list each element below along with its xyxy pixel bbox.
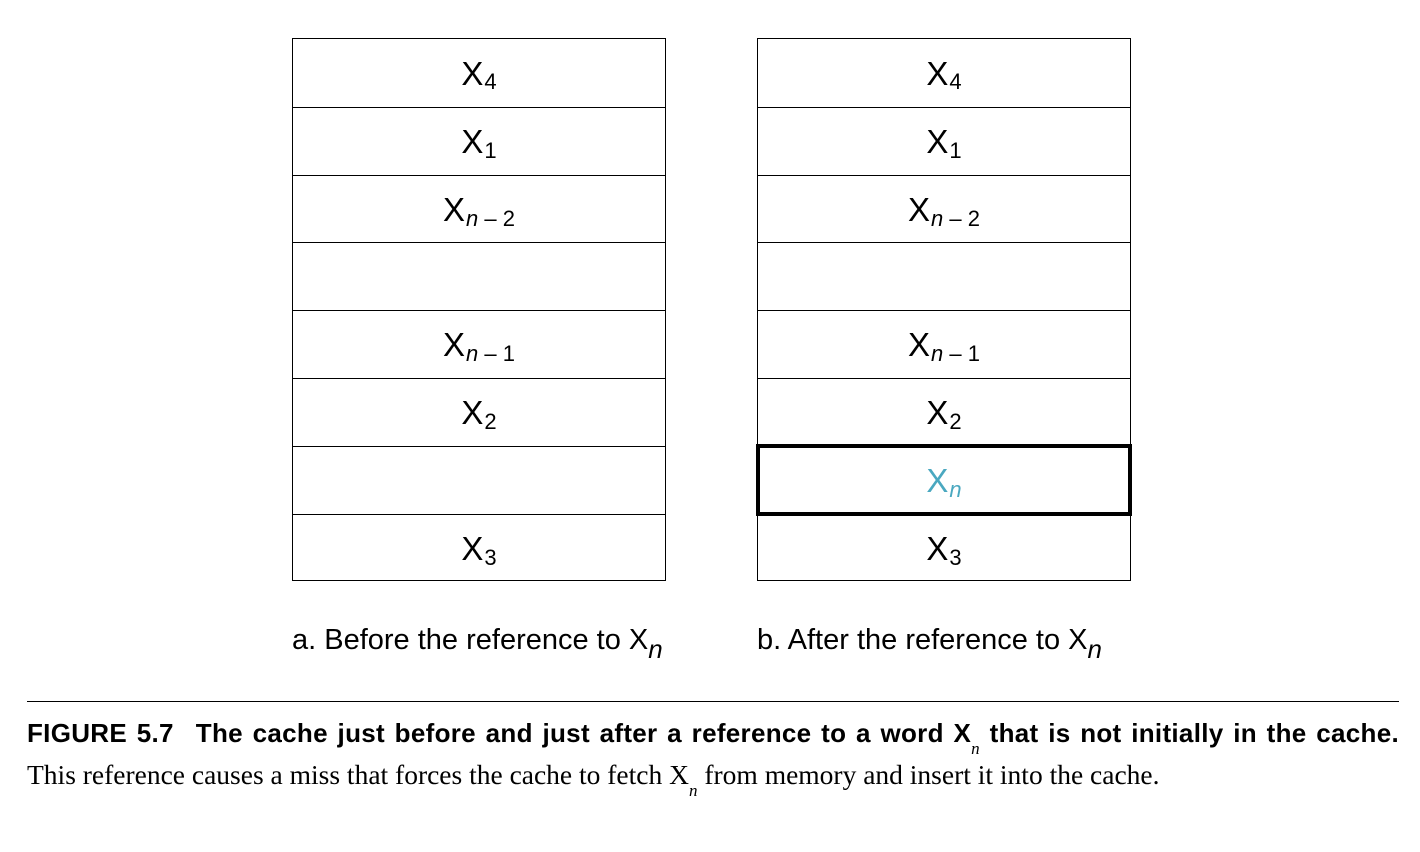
figure-label: FIGURE 5.7	[27, 718, 174, 748]
caption-after: b. After the reference to Xn	[757, 624, 1102, 664]
cache-a-cell-5: Xn – 1	[293, 310, 665, 378]
cache-b-cell-1: X4	[926, 54, 962, 94]
cache-b-cell-new-xn: Xn	[756, 444, 1132, 516]
cache-a-cell-8: X3	[293, 514, 665, 582]
caption-divider	[27, 701, 1399, 702]
figure-description: This reference causes a miss that forces…	[27, 759, 1160, 800]
figure-title: The cache just before and just after a r…	[195, 718, 1399, 758]
cache-after: X4 X1 Xn – 2 Xn – 1 X2 Xn X3	[756, 38, 1132, 582]
cache-b-cell-3: Xn – 2	[758, 175, 1130, 243]
cache-before: X4 X1 Xn – 2 Xn – 1 X2 X3	[292, 38, 666, 581]
cache-b-cell-4	[758, 242, 1130, 310]
cache-a-cell-1: X4	[461, 54, 497, 94]
cache-b-cell-6: X2	[758, 378, 1130, 446]
cache-b-cell-8: X3	[758, 514, 1130, 582]
cache-a-cell-4	[293, 242, 665, 310]
cache-b-cell-5: Xn – 1	[758, 310, 1130, 378]
cache-a-cell-3: Xn – 2	[293, 175, 665, 243]
cache-a-cell-2: X1	[293, 107, 665, 175]
cache-b-cell-2: X1	[758, 107, 1130, 175]
figure-caption: FIGURE 5.7 The cache just before and just…	[27, 714, 1399, 800]
cache-a-cell-7	[293, 446, 665, 514]
caption-before: a. Before the reference to Xn	[292, 624, 663, 664]
cache-a-cell-6: X2	[293, 378, 665, 446]
